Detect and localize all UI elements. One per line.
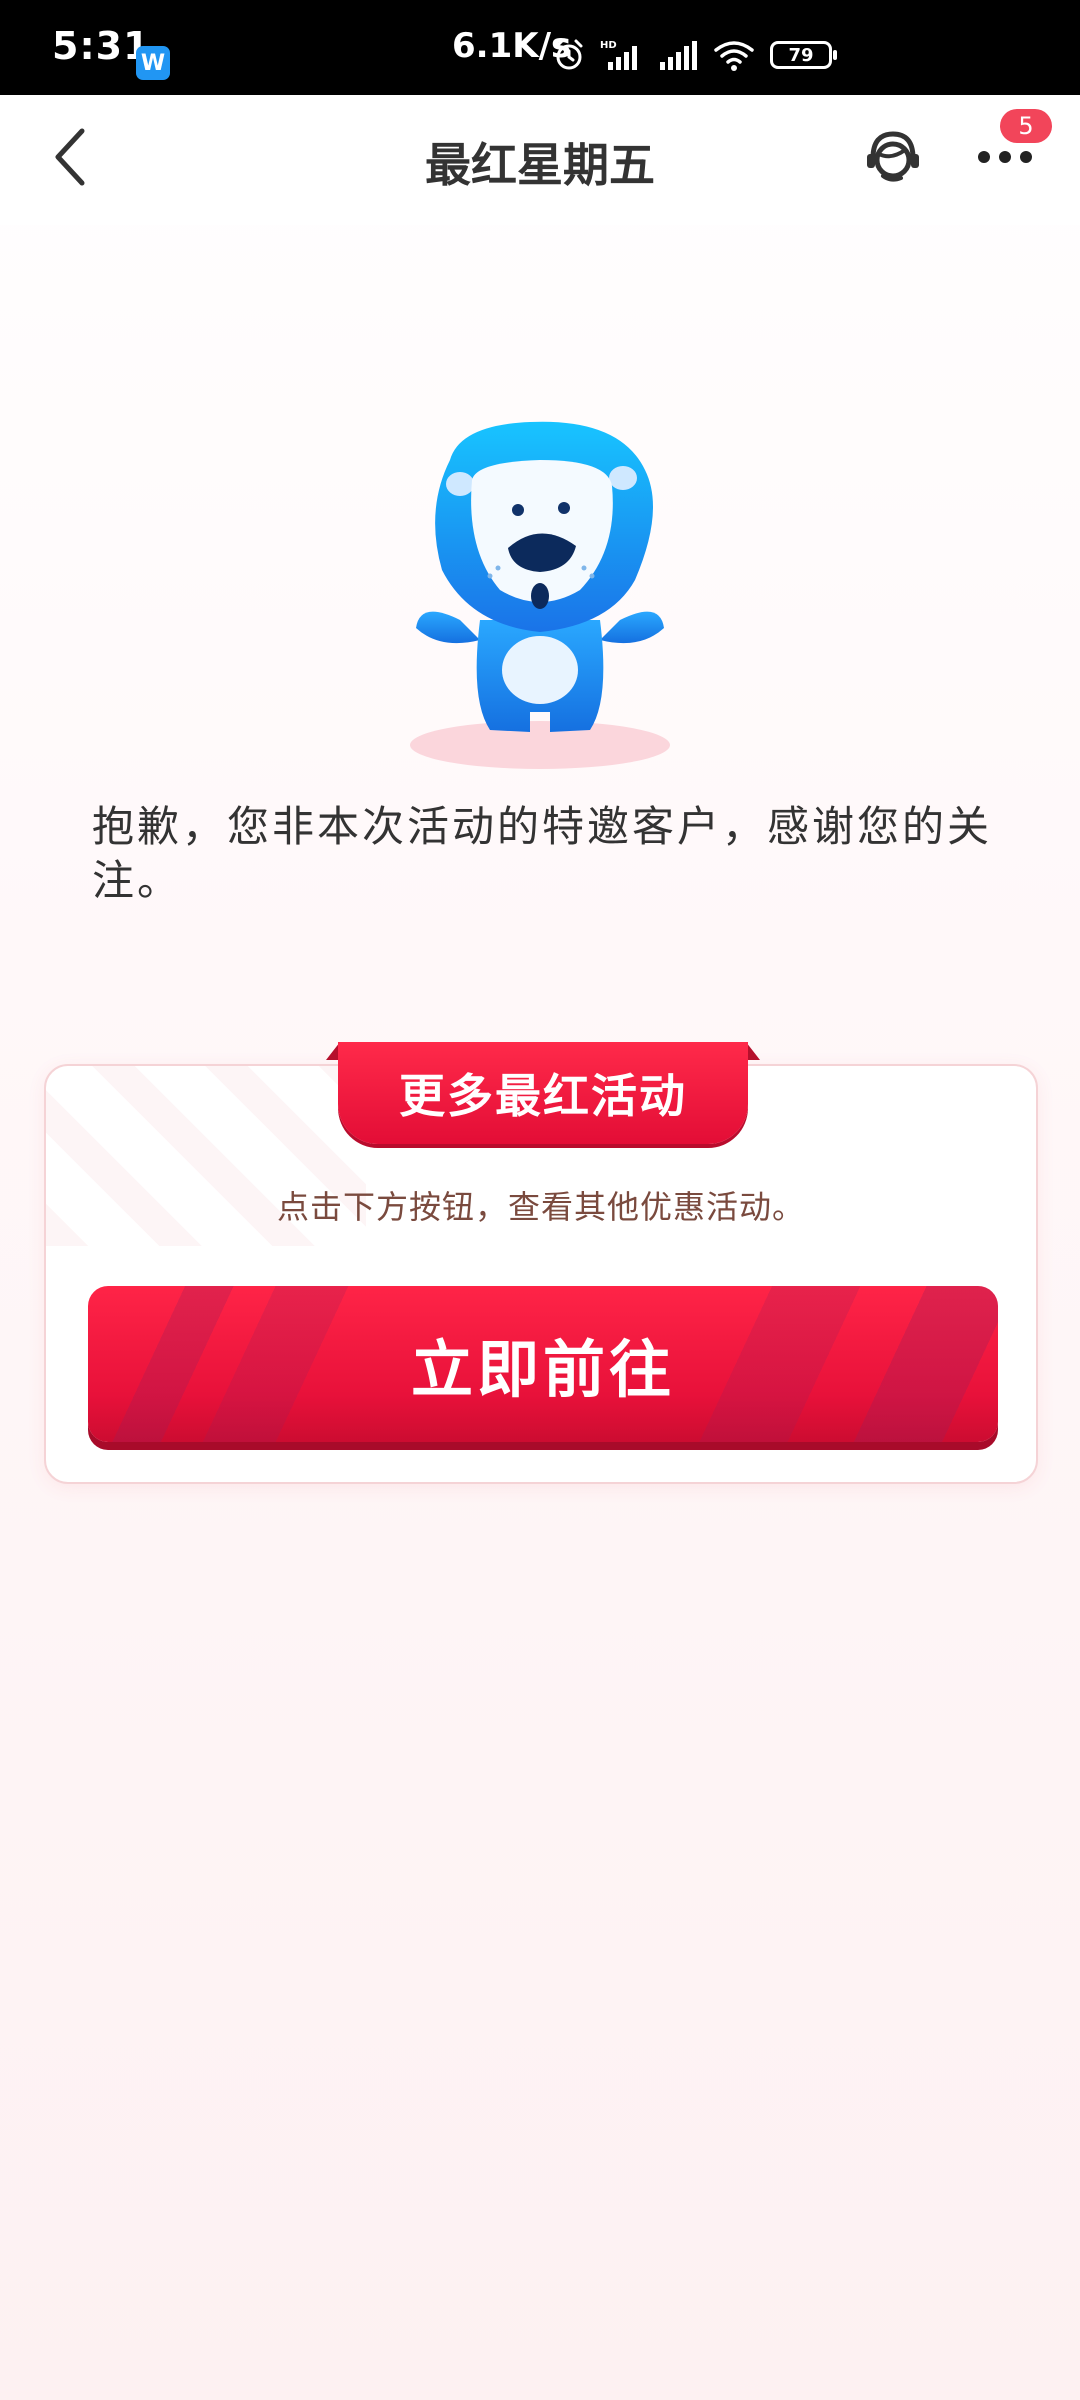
alarm-icon	[555, 39, 583, 70]
navigation-bar: 最红星期五 5	[0, 95, 1080, 225]
wifi-icon	[714, 41, 754, 71]
lion-mascot-illustration	[410, 421, 670, 769]
hd-signal-icon: HD	[600, 40, 637, 70]
customer-service-button[interactable]	[858, 121, 928, 191]
battery-level: 79	[788, 44, 814, 66]
ribbon-title: 更多最红活动	[338, 1042, 748, 1144]
signal-icon	[660, 41, 697, 70]
card-description: 点击下方按钮，查看其他优惠活动。	[276, 1188, 805, 1226]
customer-service-icon	[867, 131, 919, 182]
status-icons: HD 79	[552, 38, 837, 72]
notification-badge: 5	[1000, 109, 1052, 143]
app-notification-icon: W	[136, 46, 170, 80]
more-dots-icon	[978, 151, 1032, 163]
card-ribbon: 更多最红活动	[326, 1042, 760, 1150]
go-now-button[interactable]: 立即前往	[88, 1286, 998, 1442]
status-bar: 5:31 W 6.1K/s HD 79	[0, 0, 1080, 95]
battery-icon: 79	[770, 41, 837, 69]
hd-label: HD	[600, 40, 617, 51]
more-activities-card: 更多最红活动 点击下方按钮，查看其他优惠活动。 立即前往	[44, 1042, 1038, 1484]
ribbon-ear-right	[746, 1042, 760, 1060]
go-now-button-label: 立即前往	[410, 1333, 675, 1406]
ineligible-message: 抱歉，您非本次活动的特邀客户，感谢您的关注。	[92, 802, 993, 905]
